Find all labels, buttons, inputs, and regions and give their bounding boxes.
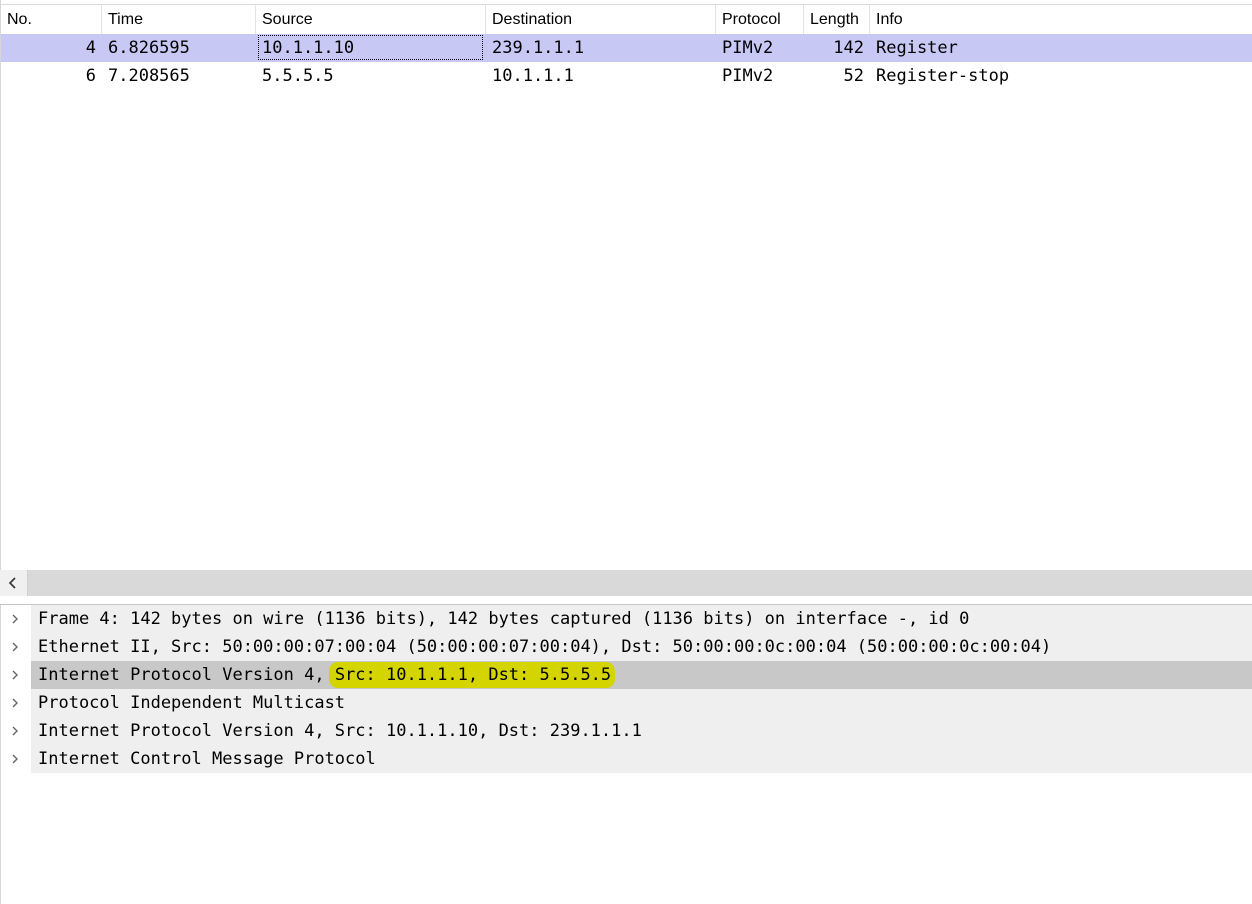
packet-protocol: PIMv2 [722,66,774,86]
detail-tree-item[interactable]: Ethernet II, Src: 50:00:00:07:00:04 (50:… [1,633,1252,661]
chevron-right-icon[interactable] [10,614,20,624]
column-header-no[interactable]: No. [1,5,102,34]
detail-ethernet-label: Ethernet II, Src: 50:00:00:07:00:04 (50:… [31,633,1252,661]
chevron-right-icon[interactable] [10,754,20,764]
detail-pim-label: Protocol Independent Multicast [31,689,1252,717]
packet-destination: 10.1.1.1 [492,66,574,86]
column-header-info[interactable]: Info [870,5,1252,34]
detail-icmp-label: Internet Control Message Protocol [31,745,1252,773]
scroll-left-button[interactable] [0,570,28,596]
packet-no: 4 [85,38,96,58]
pane-splitter[interactable] [0,596,1252,605]
chevron-right-icon[interactable] [10,670,20,680]
highlighted-src-dst: Src: 10.1.1.1, Dst: 5.5.5.5 [328,662,616,688]
packet-row[interactable]: 6 7.208565 5.5.5.5 10.1.1.1 PIMv2 52 Reg… [1,62,1252,90]
detail-ipv4-inner-label: Internet Protocol Version 4, Src: 10.1.1… [31,717,1252,745]
packet-time: 6.826595 [108,38,190,58]
detail-tree-item[interactable]: Frame 4: 142 bytes on wire (1136 bits), … [1,605,1252,633]
packet-info: Register-stop [876,66,1010,86]
packet-source: 10.1.1.10 [262,38,355,58]
packet-time: 7.208565 [108,66,190,86]
packet-source: 5.5.5.5 [262,66,334,86]
packet-destination: 239.1.1.1 [492,38,585,58]
packet-no: 6 [85,66,96,86]
packet-list-header: No. Time Source Destination Protocol Len… [1,4,1252,35]
column-header-length[interactable]: Length [804,5,870,34]
packet-info: Register [876,38,958,58]
chevron-right-icon[interactable] [10,698,20,708]
chevron-right-icon[interactable] [10,726,20,736]
detail-ipv4-outer-prefix: Internet Protocol Version 4, [38,665,335,685]
horizontal-scrollbar[interactable] [0,570,1252,596]
packet-details-pane: Frame 4: 142 bytes on wire (1136 bits), … [0,605,1252,904]
column-header-protocol[interactable]: Protocol [716,5,804,34]
detail-frame-label: Frame 4: 142 bytes on wire (1136 bits), … [31,605,1252,633]
column-header-destination[interactable]: Destination [486,5,716,34]
packet-length: 142 [833,38,864,58]
column-header-source[interactable]: Source [256,5,486,34]
packet-list-pane: No. Time Source Destination Protocol Len… [0,0,1252,570]
detail-tree-item[interactable]: Internet Control Message Protocol [1,745,1252,773]
detail-tree-item[interactable]: Protocol Independent Multicast [1,689,1252,717]
packet-length: 52 [843,66,864,86]
detail-ipv4-outer-label: Internet Protocol Version 4, Src: 10.1.1… [31,661,1252,689]
chevron-left-icon [8,577,16,589]
chevron-right-icon[interactable] [10,642,20,652]
packet-row[interactable]: 4 6.826595 10.1.1.10 239.1.1.1 PIMv2 142… [1,34,1252,62]
column-header-time[interactable]: Time [102,5,256,34]
detail-tree-item[interactable]: Internet Protocol Version 4, Src: 10.1.1… [1,661,1252,689]
packet-protocol: PIMv2 [722,38,774,58]
detail-tree-item[interactable]: Internet Protocol Version 4, Src: 10.1.1… [1,717,1252,745]
